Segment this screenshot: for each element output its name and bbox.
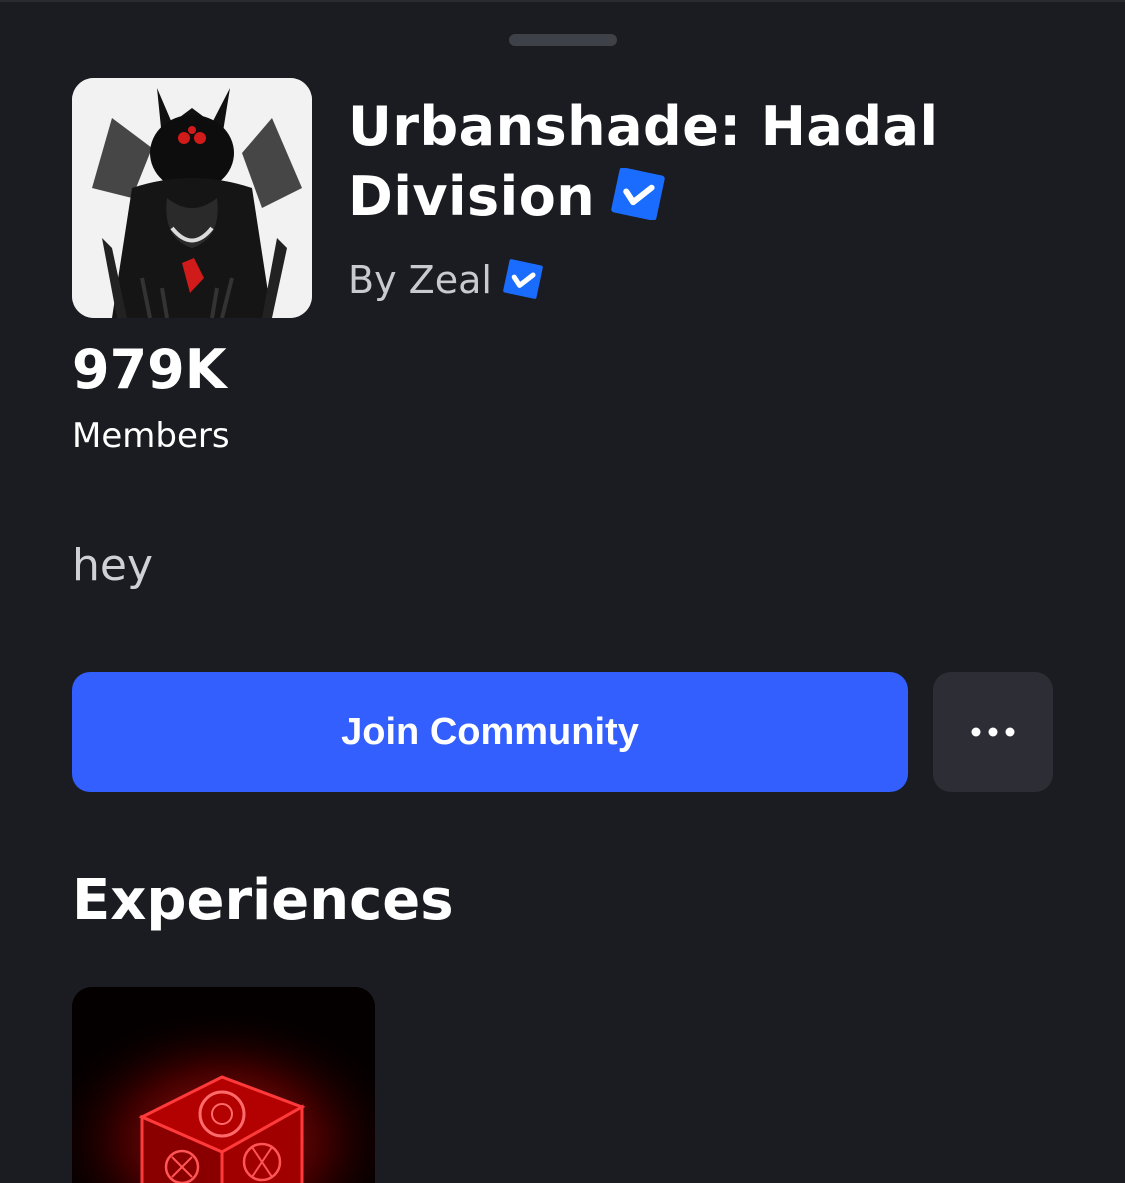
sheet-drag-handle[interactable] xyxy=(509,34,617,46)
group-description: hey xyxy=(72,540,153,591)
byline-prefix: By xyxy=(348,258,397,302)
member-count-label: Members xyxy=(72,416,230,456)
group-emblem-image xyxy=(72,78,312,318)
community-sheet: Urbanshade: Hadal Division By Zeal 979K … xyxy=(0,0,1125,1183)
join-community-button[interactable]: Join Community xyxy=(72,672,908,792)
group-owner-byline[interactable]: By Zeal xyxy=(348,258,544,303)
group-owner-name[interactable]: Zeal xyxy=(409,258,492,302)
group-title: Urbanshade: Hadal Division xyxy=(348,92,1048,232)
verified-check-icon xyxy=(609,168,667,221)
experiences-heading: Experiences xyxy=(72,868,454,933)
ellipsis-icon xyxy=(971,727,1015,737)
member-count: 979K xyxy=(72,338,227,401)
owner-verified-check-icon xyxy=(502,258,544,299)
more-options-button[interactable] xyxy=(933,672,1053,792)
experience-card-thumbnail[interactable] xyxy=(72,987,375,1183)
